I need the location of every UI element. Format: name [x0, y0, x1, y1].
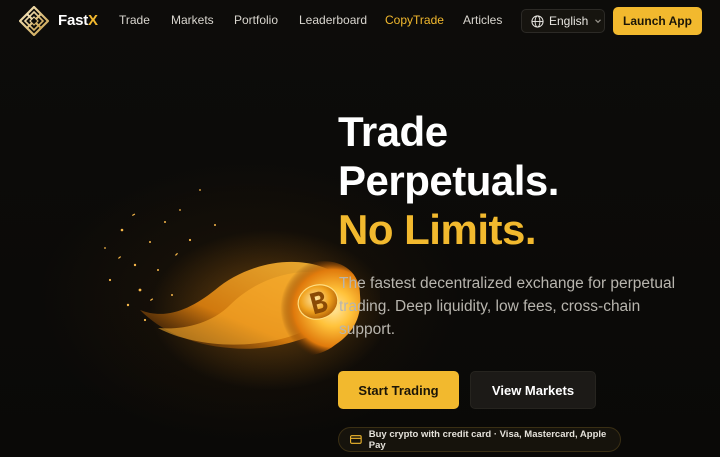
language-label: English	[549, 14, 589, 28]
launch-app-button[interactable]: Launch App	[613, 7, 702, 35]
view-markets-button[interactable]: View Markets	[470, 371, 596, 409]
nav-link-portfolio[interactable]: Portfolio	[234, 13, 278, 27]
credit-card-icon	[350, 435, 362, 444]
nav-link-articles[interactable]: Articles	[463, 13, 502, 27]
nav-link-trade[interactable]: Trade	[119, 13, 150, 27]
nav-link-copytrade[interactable]: CopyTrade	[385, 13, 444, 27]
brand-name-part2: X	[88, 12, 98, 29]
hero-title-line2: Perpetuals.	[338, 157, 559, 204]
nav-link-markets[interactable]: Markets	[171, 13, 214, 27]
hero-title-line1: Trade	[338, 108, 448, 155]
chevron-down-icon	[595, 19, 602, 24]
brand-name[interactable]: FastX	[58, 12, 98, 29]
top-navbar: FastX Trade Markets Portfolio Leaderboar…	[0, 0, 720, 42]
nav-link-leaderboard[interactable]: Leaderboard	[299, 13, 367, 27]
landing-page: FastX Trade Markets Portfolio Leaderboar…	[0, 0, 720, 457]
flaming-coin-illustration	[104, 189, 380, 390]
hero-subtitle: The fastest decentralized exchange for p…	[339, 275, 676, 338]
buy-crypto-text: Buy crypto with credit card · Visa, Mast…	[368, 428, 607, 451]
globe-icon	[531, 14, 544, 28]
hero-title-line3: No Limits.	[338, 206, 537, 253]
buy-crypto-card-banner[interactable]: Buy crypto with credit card · Visa, Mast…	[338, 427, 621, 452]
brand-name-part1: Fast	[58, 12, 89, 29]
start-trading-button[interactable]: Start Trading	[338, 371, 459, 409]
fastx-logo-icon[interactable]	[19, 6, 49, 36]
language-selector[interactable]: English	[521, 9, 605, 33]
